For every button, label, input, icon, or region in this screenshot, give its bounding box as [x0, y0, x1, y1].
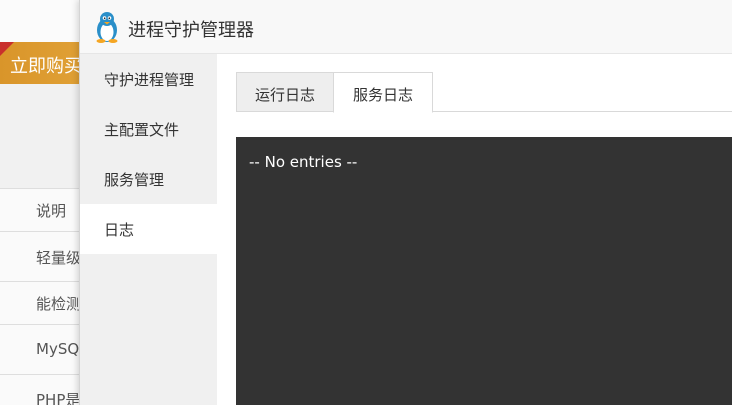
- log-output-text: -- No entries --: [249, 153, 358, 171]
- dialog-header: 进程守护管理器: [80, 0, 732, 54]
- sidebar-item-main-config[interactable]: 主配置文件: [80, 104, 217, 154]
- background-row-text: 说明: [36, 202, 67, 220]
- linux-penguin-icon: [93, 11, 121, 43]
- tab-label: 服务日志: [352, 86, 413, 104]
- buy-corner-ribbon: [0, 42, 14, 56]
- buy-now-label: 立即购买: [10, 56, 79, 77]
- sidebar-item-label: 日志: [104, 221, 135, 239]
- background-row: PHP是: [0, 374, 81, 405]
- sidebar-item-service-management[interactable]: 服务管理: [80, 154, 217, 204]
- sidebar-item-daemon-management[interactable]: 守护进程管理: [80, 54, 217, 104]
- background-row: 能检测: [0, 281, 82, 324]
- background-row: MySQL: [0, 324, 88, 374]
- background-row-text: 能检测: [36, 295, 82, 313]
- background-row: 轻量级: [0, 231, 82, 281]
- process-guardian-dialog: 进程守护管理器 守护进程管理 主配置文件 服务管理 日志 运行日志 服务日志 -…: [79, 0, 732, 405]
- main-content: 运行日志 服务日志 -- No entries --: [217, 54, 732, 405]
- log-tab-bar: 运行日志 服务日志: [236, 72, 732, 113]
- tab-run-log[interactable]: 运行日志: [236, 72, 334, 112]
- sidebar-item-label: 主配置文件: [104, 121, 180, 139]
- sidebar: 守护进程管理 主配置文件 服务管理 日志: [80, 54, 217, 405]
- sidebar-item-label: 守护进程管理: [104, 71, 195, 89]
- log-output-panel[interactable]: -- No entries --: [236, 137, 732, 405]
- sidebar-item-logs[interactable]: 日志: [80, 204, 217, 254]
- background-band: [0, 84, 79, 188]
- tab-service-log[interactable]: 服务日志: [333, 72, 433, 113]
- background-row: 说明: [0, 188, 79, 231]
- background-row-text: PHP是: [36, 391, 81, 405]
- tab-label: 运行日志: [254, 86, 315, 104]
- sidebar-item-label: 服务管理: [104, 171, 165, 189]
- dialog-title: 进程守护管理器: [128, 20, 254, 41]
- background-row-text: 轻量级: [36, 249, 82, 267]
